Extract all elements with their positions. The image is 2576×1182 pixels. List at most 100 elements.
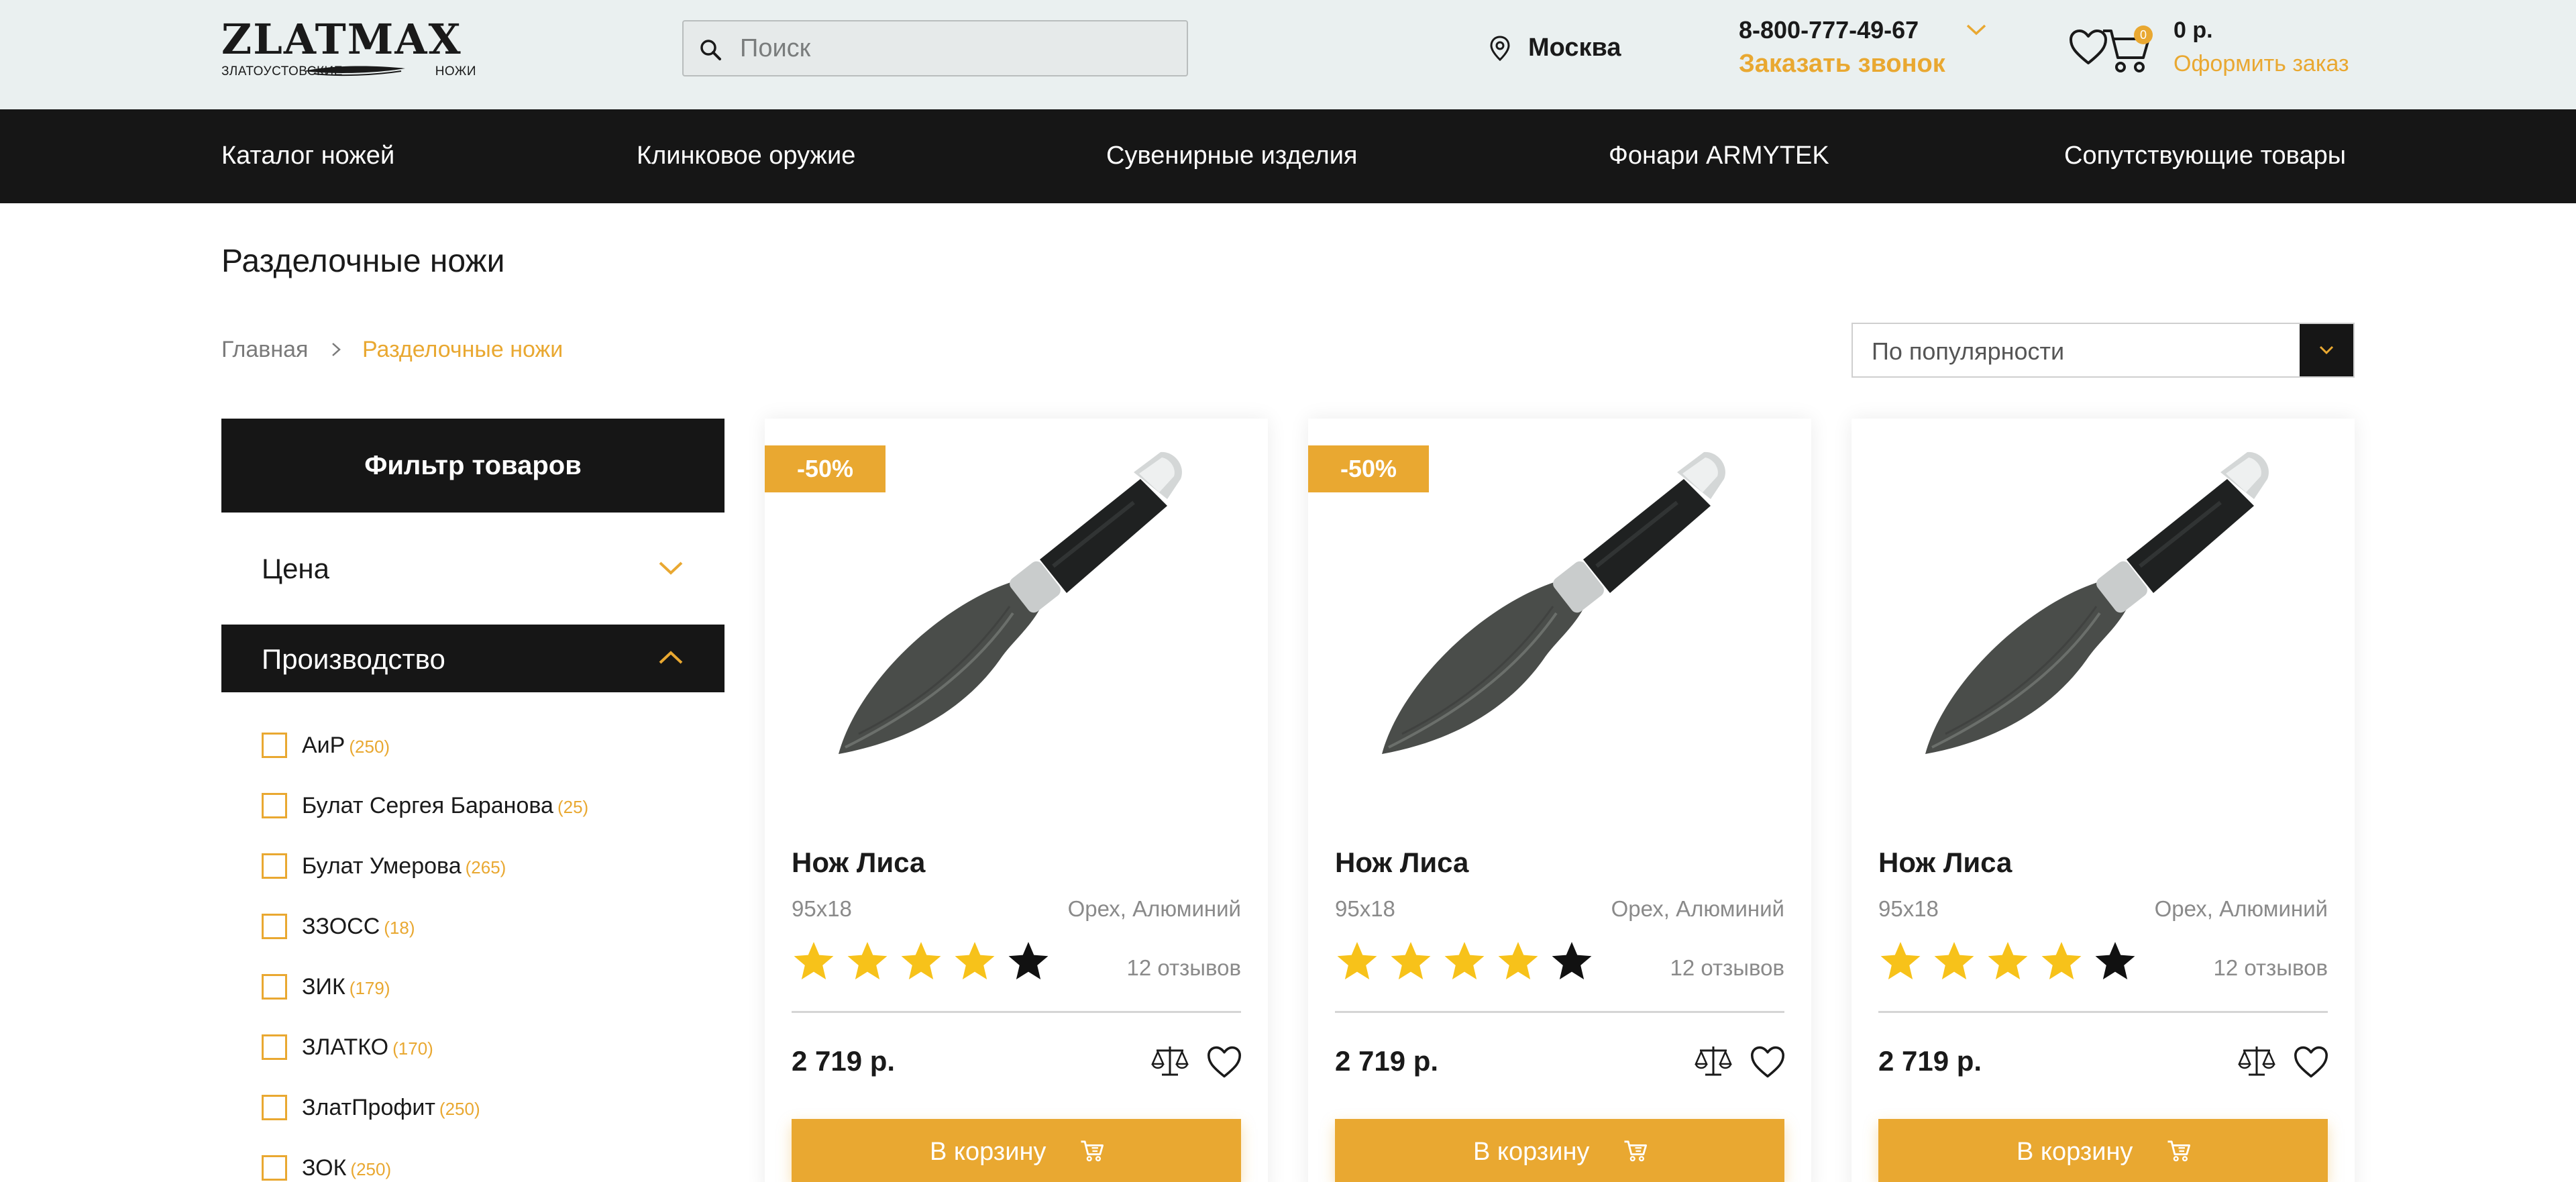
product-material: Орех, Алюминий — [1067, 896, 1241, 921]
main-nav: Каталог ножей Клинковое оружие Сувенирны… — [0, 109, 2576, 203]
star-empty-icon — [2095, 942, 2135, 979]
add-to-cart-button[interactable]: В корзину — [1335, 1119, 1784, 1182]
maker-item[interactable]: ЗЛАТКО (170) — [262, 1030, 718, 1060]
nav-item-armytek-lights[interactable]: Фонари ARMYTEK — [1609, 142, 1829, 170]
logo[interactable]: ZLATMAX ЗЛАТОУСТОВСКИЕ НОЖИ — [221, 19, 476, 80]
maker-name: ЗлатПрофит — [302, 1095, 435, 1120]
star-empty-icon — [1008, 942, 1049, 979]
maker-count: (250) — [350, 1159, 392, 1179]
product-size: 95x18 — [792, 896, 852, 921]
maker-item[interactable]: АиР (250) — [262, 729, 718, 758]
nav-item-souvenirs[interactable]: Сувенирные изделия — [1106, 142, 1358, 170]
maker-name: ЗЗОСС — [302, 914, 380, 939]
reviews-count[interactable]: 12 отзывов — [1126, 955, 1241, 981]
sort-dropdown-button[interactable] — [2300, 324, 2353, 376]
compare-scales-icon[interactable] — [2238, 1044, 2275, 1079]
add-to-cart-label: В корзину — [1473, 1138, 1590, 1166]
maker-item[interactable]: ЗИК (179) — [262, 970, 718, 1000]
maker-item[interactable]: ЗЗОСС (18) — [262, 910, 718, 939]
star-filled-icon — [1498, 942, 1538, 979]
cart-total: 0 р. — [2174, 17, 2213, 43]
maker-checkbox[interactable] — [262, 974, 287, 1000]
maker-count: (265) — [465, 857, 506, 877]
chevron-right-icon — [332, 343, 341, 356]
callback-link[interactable]: Заказать звонок — [1739, 50, 1945, 78]
search-icon[interactable] — [698, 38, 722, 62]
star-filled-icon — [1337, 942, 1377, 979]
maker-checkbox[interactable] — [262, 793, 287, 818]
product-image[interactable] — [1905, 439, 2301, 814]
maker-checkbox[interactable] — [262, 914, 287, 939]
phone-number[interactable]: 8-800-777-49-67 — [1739, 16, 1919, 44]
product-card[interactable]: Нож Лиса 95x18 Орех, Алюминий 12 отзывов… — [1851, 419, 2355, 1182]
city-name: Москва — [1528, 34, 1621, 62]
product-price: 2 719 р. — [1878, 1045, 1982, 1077]
star-filled-icon — [1880, 942, 1921, 979]
product-price: 2 719 р. — [1335, 1045, 1439, 1077]
add-to-cart-button[interactable]: В корзину — [1878, 1119, 2328, 1182]
maker-count: (25) — [557, 797, 589, 817]
nav-item-bladed-weapons[interactable]: Клинковое оружие — [637, 142, 855, 170]
reviews-count[interactable]: 12 отзывов — [1670, 955, 1784, 981]
heart-icon[interactable] — [1206, 1045, 1242, 1079]
heart-icon[interactable] — [2293, 1045, 2329, 1079]
maker-name: Булат Сергея Баранова — [302, 793, 553, 818]
nav-item-accessories[interactable]: Сопутствующие товары — [2064, 142, 2346, 170]
cart-button[interactable]: 0 — [2102, 25, 2155, 76]
star-filled-icon — [1391, 942, 1431, 979]
sort-selected-value: По популярности — [1872, 337, 2065, 365]
maker-checkbox[interactable] — [262, 1034, 287, 1060]
checkout-link[interactable]: Оформить заказ — [2174, 51, 2349, 77]
maker-name: Булат Умерова — [302, 853, 462, 879]
nav-item-knife-catalog[interactable]: Каталог ножей — [221, 142, 394, 170]
product-title[interactable]: Нож Лиса — [1335, 847, 1468, 879]
site-header: ZLATMAX ЗЛАТОУСТОВСКИЕ НОЖИ Москва 8-800… — [0, 0, 2576, 109]
product-image[interactable] — [818, 439, 1214, 814]
rating-stars — [1878, 939, 2147, 986]
chevron-down-icon — [2319, 345, 2334, 355]
sort-select[interactable]: По популярности — [1851, 323, 2355, 378]
heart-icon[interactable] — [1750, 1045, 1786, 1079]
cart-icon — [2167, 1140, 2190, 1162]
maker-checkbox[interactable] — [262, 853, 287, 879]
product-image[interactable] — [1362, 439, 1758, 814]
maker-count: (18) — [384, 918, 415, 938]
product-title[interactable]: Нож Лиса — [792, 847, 925, 879]
maker-checkbox[interactable] — [262, 1155, 287, 1181]
logo-wordmark: ZLATMAX — [221, 15, 462, 64]
compare-scales-icon[interactable] — [1695, 1044, 1732, 1079]
chevron-down-icon — [659, 561, 683, 575]
blade-icon — [303, 66, 405, 76]
search-input[interactable] — [740, 31, 1169, 66]
maker-checkbox[interactable] — [262, 733, 287, 758]
chevron-up-icon — [659, 651, 683, 664]
add-to-cart-button[interactable]: В корзину — [792, 1119, 1241, 1182]
star-filled-icon — [794, 942, 834, 979]
maker-checkbox[interactable] — [262, 1095, 287, 1120]
product-card[interactable]: -50% Нож Лиса 95x18 Орех, Алюминий 12 от… — [765, 419, 1268, 1182]
logo-tagline-right: НОЖИ — [435, 64, 476, 78]
chevron-down-icon[interactable] — [1966, 23, 1987, 36]
breadcrumb-home[interactable]: Главная — [221, 337, 308, 363]
rating-stars — [792, 939, 1060, 986]
maker-item[interactable]: ЗОК (250) — [262, 1151, 718, 1181]
maker-item[interactable]: ЗлатПрофит (250) — [262, 1091, 718, 1120]
product-card[interactable]: -50% Нож Лиса 95x18 Орех, Алюминий 12 от… — [1308, 419, 1811, 1182]
reviews-count[interactable]: 12 отзывов — [2213, 955, 2328, 981]
search-box — [682, 20, 1188, 76]
filter-price-toggle[interactable]: Цена — [221, 534, 724, 601]
product-size: 95x18 — [1878, 896, 1939, 921]
filter-maker-toggle[interactable]: Производство — [221, 625, 724, 692]
compare-scales-icon[interactable] — [1151, 1044, 1189, 1079]
star-filled-icon — [1444, 942, 1485, 979]
maker-name: ЗЛАТКО — [302, 1034, 389, 1060]
maker-count: (170) — [392, 1038, 433, 1059]
product-title[interactable]: Нож Лиса — [1878, 847, 2012, 879]
star-filled-icon — [901, 942, 941, 979]
maker-item[interactable]: Булат Сергея Баранова (25) — [262, 789, 718, 818]
maker-item[interactable]: Булат Умерова (265) — [262, 849, 718, 879]
maker-name: ЗОК — [302, 1155, 347, 1181]
cart-count-badge: 0 — [2134, 25, 2153, 44]
card-divider — [1335, 1011, 1784, 1013]
filter-maker-label: Производство — [262, 643, 445, 675]
